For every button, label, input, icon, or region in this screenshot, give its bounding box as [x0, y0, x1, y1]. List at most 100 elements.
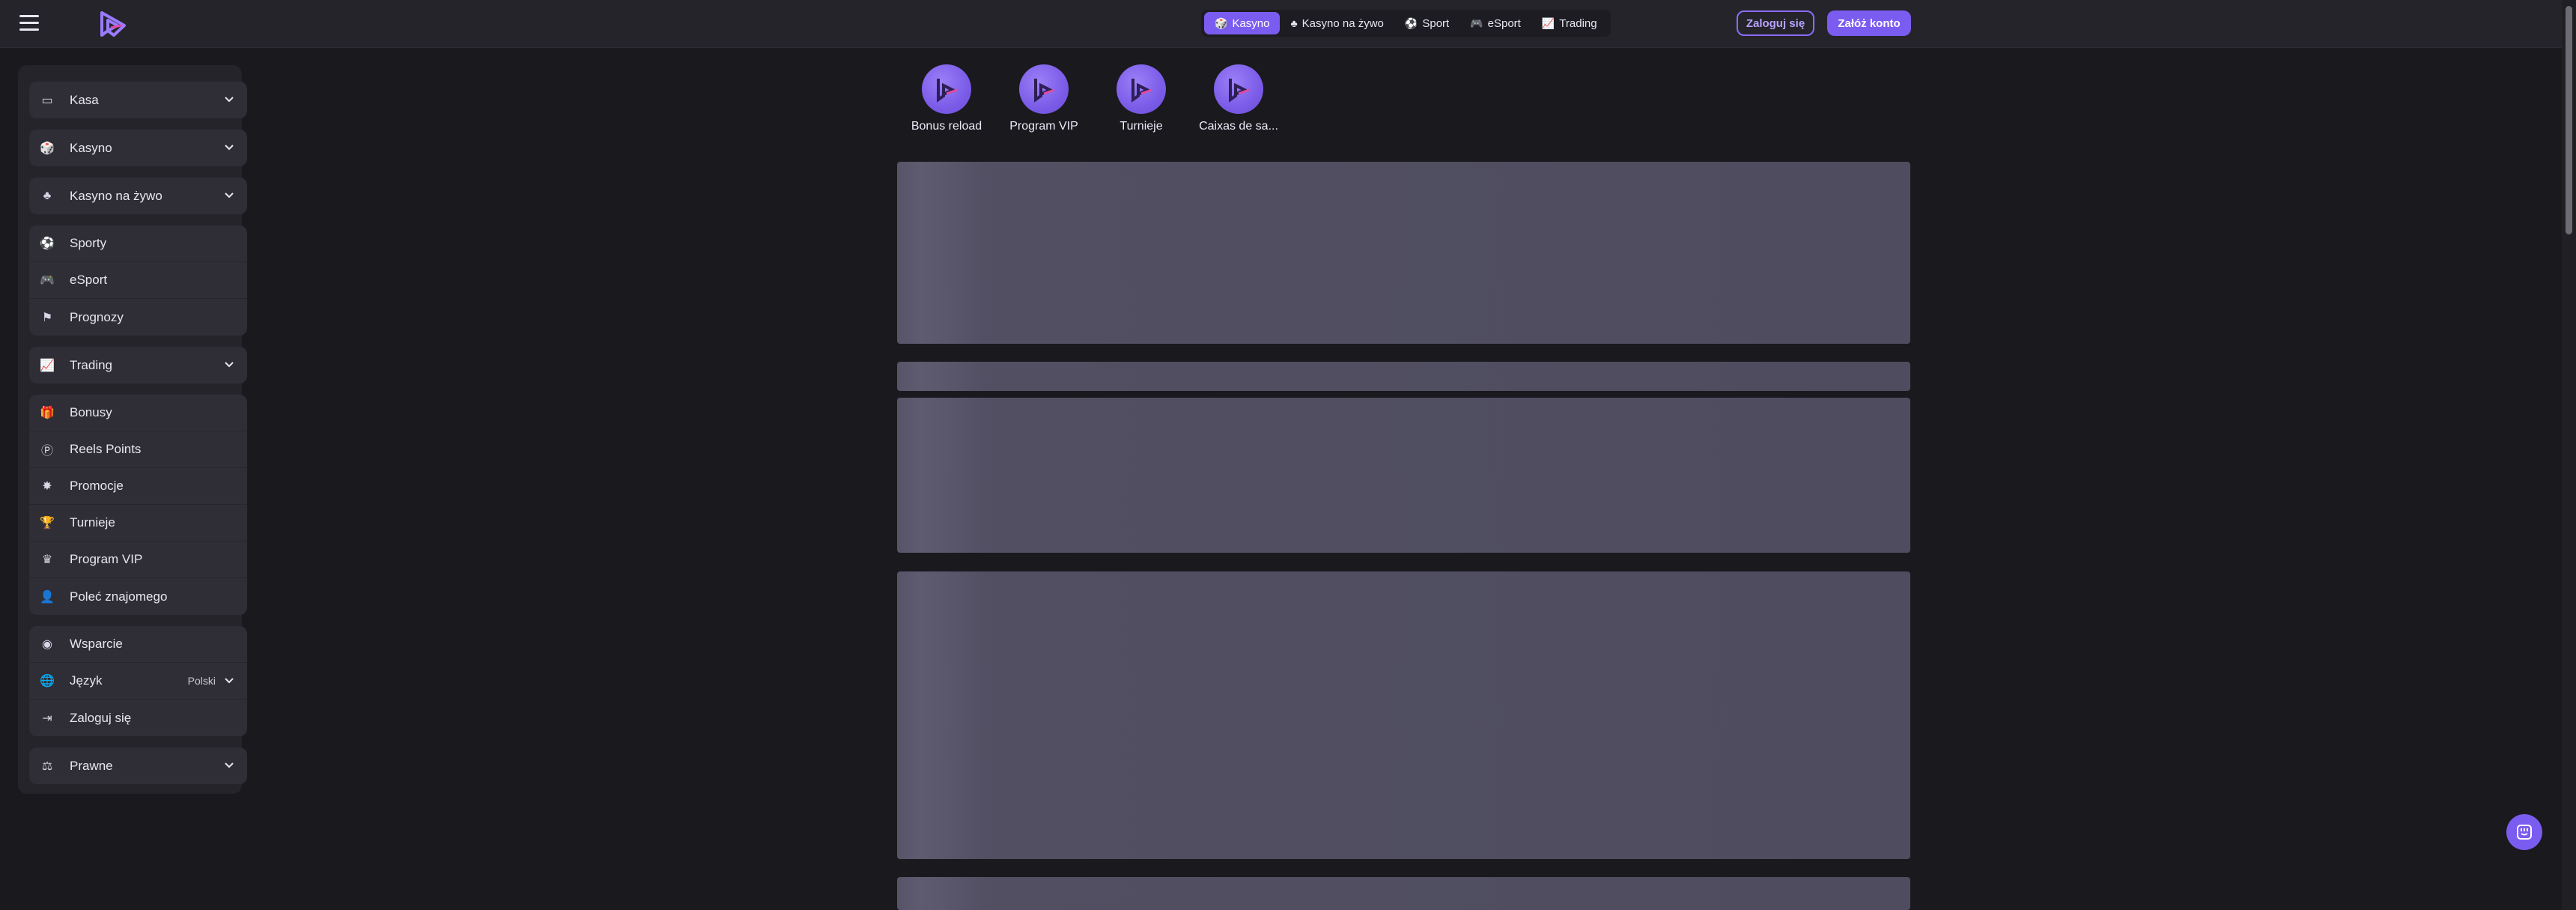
tab-label: Sport [1422, 16, 1450, 30]
sidebar-item-label: Kasa [70, 92, 99, 107]
chart-icon: 📈 [1541, 16, 1555, 29]
login-button[interactable]: Zaloguj się [1737, 10, 1814, 36]
wallet-icon: ▭ [41, 94, 53, 107]
scale-icon: ⚖ [41, 759, 53, 773]
sidebar-item-label: Trading [70, 357, 113, 372]
sidebar-item-label: eSport [70, 273, 108, 287]
ball-icon: ⚽ [1404, 16, 1418, 29]
sidebar-item-sporty[interactable]: ⚽ Sporty [29, 225, 247, 262]
sidebar-item-label: Kasyno na żywo [70, 188, 162, 203]
live-casino-icon: ♣ [43, 189, 52, 202]
person-icon: 👤 [40, 590, 55, 604]
ball-icon: ⚽ [40, 237, 55, 250]
section-title-skeleton [897, 362, 1910, 391]
chevron-down-icon [225, 362, 234, 368]
promo-logo-icon [922, 64, 971, 114]
top-bar: 🎲 Kasyno ♣ Kasyno na żywo ⚽ Sport 🎮 eSpo… [0, 0, 2562, 48]
support-icon: ◉ [42, 638, 52, 651]
sidebar-item-label: Kasyno [70, 140, 112, 155]
tab-trading[interactable]: 📈 Trading [1531, 12, 1608, 34]
prediction-icon: ⚑ [41, 311, 53, 324]
tab-sport[interactable]: ⚽ Sport [1394, 12, 1459, 34]
sidebar-item-wsparcie[interactable]: ◉ Wsparcie [29, 626, 247, 663]
casino-icon: 🎲 [40, 142, 55, 155]
sidebar-group: ⚽ Sporty 🎮 eSport ⚑ Prognozy [29, 225, 247, 336]
promo-caixas[interactable]: Caixas de sa... [1189, 64, 1288, 133]
sidebar-item-label: Program VIP [70, 552, 143, 566]
sidebar-item-promocje[interactable]: ✸ Promocje [29, 468, 247, 505]
sidebar-item-kasa[interactable]: ▭ Kasa [29, 82, 247, 118]
promo-logo-icon [1117, 64, 1166, 114]
chevron-down-icon [225, 97, 234, 103]
promo-label: Program VIP [1009, 120, 1078, 133]
scrollbar-thumb[interactable] [2566, 6, 2572, 234]
promo-label: Bonus reload [911, 120, 982, 133]
live-casino-icon: ♣ [1290, 17, 1298, 29]
sidebar-item-esport[interactable]: 🎮 eSport [29, 262, 247, 299]
sidebar-item-reels-points[interactable]: Ⓟ Reels Points [29, 431, 247, 468]
scrollbar[interactable] [2562, 0, 2576, 910]
sidebar: ▭ Kasa 🎲 Kasyno ♣ Kasyno na żywo ⚽ Sport… [18, 65, 247, 794]
sidebar-item-prognozy[interactable]: ⚑ Prognozy [29, 299, 247, 336]
promo-shortcuts: Bonus reload Program VIP Turnieje Caixas… [897, 64, 1287, 133]
top-nav: 🎲 Kasyno ♣ Kasyno na żywo ⚽ Sport 🎮 eSpo… [1201, 10, 1611, 37]
sidebar-item-label: Turnieje [70, 515, 115, 530]
login-icon: ⇥ [42, 712, 52, 725]
register-button[interactable]: Załóż konto [1827, 10, 1911, 36]
sidebar-item-trading[interactable]: 📈 Trading [29, 347, 247, 383]
sidebar-item-label: Poleć znajomego [70, 589, 168, 604]
tab-kasyno-na-zywo[interactable]: ♣ Kasyno na żywo [1280, 12, 1394, 34]
sidebar-item-program-vip[interactable]: ♛ Program VIP [29, 542, 247, 578]
sidebar-group: ◉ Wsparcie 🌐 Język Polski ⇥ Zaloguj się [29, 626, 247, 736]
sidebar-group: ▭ Kasa [29, 82, 247, 118]
gift-icon: 🎁 [40, 407, 55, 419]
promo-icon: ✸ [42, 480, 52, 493]
sidebar-item-bonusy[interactable]: 🎁 Bonusy [29, 395, 247, 431]
language-value: Polski [187, 675, 216, 687]
tab-label: Trading [1559, 16, 1597, 30]
sidebar-item-label: Język [70, 673, 103, 688]
chat-icon [2517, 825, 2532, 840]
sidebar-item-kasyno[interactable]: 🎲 Kasyno [29, 130, 247, 166]
chevron-down-icon [225, 145, 234, 151]
sidebar-item-label: Prawne [70, 758, 113, 773]
trophy-icon: 🏆 [40, 517, 55, 530]
sidebar-item-label: Zaloguj się [70, 710, 132, 725]
sidebar-item-label: Wsparcie [70, 637, 123, 651]
points-icon: Ⓟ [40, 445, 53, 458]
game-grid-skeleton [897, 571, 1910, 859]
sidebar-item-label: Reels Points [70, 442, 142, 456]
promo-turnieje[interactable]: Turnieje [1092, 64, 1191, 133]
promo-logo-icon [1214, 64, 1263, 114]
sidebar-item-kasyno-na-zywo[interactable]: ♣ Kasyno na żywo [29, 178, 247, 214]
sidebar-item-label: Prognozy [70, 309, 124, 324]
chevron-down-icon [225, 762, 234, 768]
sidebar-item-prawne[interactable]: ⚖ Prawne [29, 747, 247, 784]
promo-label: Caixas de sa... [1199, 120, 1278, 133]
sidebar-group: 📈 Trading [29, 347, 247, 383]
game-row-skeleton [897, 398, 1910, 553]
logo[interactable] [97, 10, 127, 38]
chevron-down-icon [225, 192, 234, 198]
promo-logo-icon [1019, 64, 1069, 114]
sidebar-item-zaloguj[interactable]: ⇥ Zaloguj się [29, 700, 247, 736]
tab-label: Kasyno na żywo [1301, 16, 1384, 30]
sidebar-item-label: Bonusy [70, 405, 112, 419]
promo-label: Turnieje [1120, 120, 1163, 133]
sidebar-group: 🎲 Kasyno [29, 130, 247, 166]
sidebar-item-jezyk[interactable]: 🌐 Język Polski [29, 663, 247, 700]
tab-esport[interactable]: 🎮 eSport [1459, 12, 1531, 34]
promo-bonus-reload[interactable]: Bonus reload [897, 64, 996, 133]
menu-icon[interactable] [19, 15, 39, 31]
promo-program-vip[interactable]: Program VIP [994, 64, 1093, 133]
sidebar-group: ♣ Kasyno na żywo [29, 178, 247, 214]
tab-kasyno[interactable]: 🎲 Kasyno [1204, 12, 1281, 34]
sidebar-item-turnieje[interactable]: 🏆 Turnieje [29, 505, 247, 542]
chevron-down-icon [225, 678, 234, 684]
chat-button[interactable] [2506, 814, 2542, 850]
gamepad-icon: 🎮 [40, 274, 55, 287]
casino-icon: 🎲 [1215, 16, 1228, 29]
gamepad-icon: 🎮 [1470, 16, 1483, 29]
crown-icon: ♛ [41, 553, 53, 566]
sidebar-item-polec-znajomego[interactable]: 👤 Poleć znajomego [29, 578, 247, 615]
